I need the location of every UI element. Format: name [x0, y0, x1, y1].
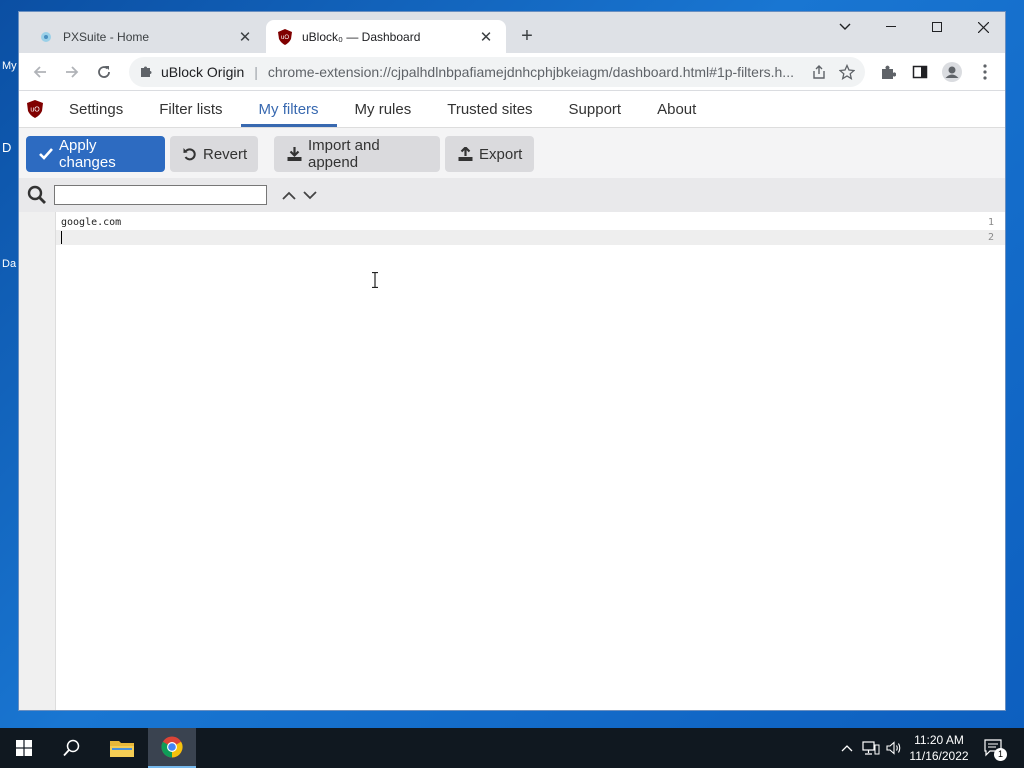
tab-ublock-dashboard[interactable]: uO uBlock₀ — Dashboard ✕ — [266, 20, 506, 53]
notification-center-icon[interactable]: 1 — [982, 728, 1007, 768]
desktop-icon-label: My — [2, 60, 17, 72]
address-bar[interactable]: uBlock Origin | chrome-extension://cjpal… — [129, 57, 865, 87]
taskbar-search-icon[interactable] — [48, 728, 96, 768]
close-tab-icon[interactable]: ✕ — [478, 29, 494, 46]
tab-pxsuite-home[interactable]: PXSuite - Home ✕ — [27, 20, 265, 53]
undo-icon — [183, 147, 197, 161]
extensions-icon[interactable] — [878, 62, 898, 82]
dashboard-page: uO Settings Filter lists My filters My r… — [19, 91, 1005, 710]
text-caret — [61, 231, 62, 244]
network-icon[interactable] — [860, 728, 882, 768]
bookmark-star-icon[interactable] — [838, 63, 856, 83]
tab-about[interactable]: About — [639, 91, 714, 127]
volume-icon[interactable] — [884, 728, 904, 768]
dashboard-nav: uO Settings Filter lists My filters My r… — [19, 91, 1005, 128]
active-line-highlight — [56, 230, 1005, 245]
url-separator: | — [254, 64, 258, 80]
back-arrow-icon[interactable] — [29, 61, 51, 83]
url-text: chrome-extension://cjpalhdlnbpafiamejdnh… — [267, 64, 794, 80]
taskbar-clock[interactable]: 11:20 AM 11/16/2022 — [902, 732, 976, 764]
search-input[interactable] — [54, 185, 267, 205]
import-append-label: Import and append — [308, 137, 380, 171]
pxsuite-favicon-icon — [39, 30, 53, 44]
svg-text:uO: uO — [30, 107, 40, 114]
chrome-taskbar-icon[interactable] — [148, 728, 196, 768]
search-previous-chevron-up-icon[interactable] — [281, 187, 297, 203]
tab-strip: PXSuite - Home ✕ uO uBlock₀ — Dashboard … — [19, 12, 1005, 53]
upload-icon — [458, 147, 473, 161]
filter-line[interactable]: google.com — [61, 217, 121, 228]
download-icon — [287, 147, 302, 161]
url-origin: uBlock Origin — [161, 64, 245, 80]
line-number-gutter — [19, 212, 56, 710]
new-tab-button[interactable]: + — [517, 25, 537, 47]
browser-window: PXSuite - Home ✕ uO uBlock₀ — Dashboard … — [18, 11, 1006, 711]
search-next-chevron-down-icon[interactable] — [302, 187, 318, 203]
kebab-menu-icon[interactable] — [975, 62, 995, 82]
close-window-button[interactable] — [960, 12, 1005, 42]
export-button[interactable]: Export — [445, 136, 534, 172]
clock-date: 11/16/2022 — [909, 749, 969, 763]
revert-button[interactable]: Revert — [170, 136, 258, 172]
ublock-favicon-icon: uO — [278, 28, 292, 45]
desktop-icon-label: Da — [2, 258, 17, 270]
tab-title: PXSuite - Home — [63, 29, 150, 44]
checkmark-icon — [39, 148, 53, 160]
revert-label: Revert — [203, 145, 248, 163]
tab-title: uBlock₀ — Dashboard — [302, 29, 421, 44]
tab-trusted-sites[interactable]: Trusted sites — [429, 91, 550, 127]
browser-toolbar: uBlock Origin | chrome-extension://cjpal… — [19, 53, 1005, 91]
taskbar: 11:20 AM 11/16/2022 1 — [0, 728, 1024, 768]
search-icon — [27, 185, 47, 210]
tab-settings[interactable]: Settings — [51, 91, 141, 127]
extension-puzzle-icon — [139, 64, 153, 81]
tab-my-rules[interactable]: My rules — [337, 91, 430, 127]
file-explorer-icon[interactable] — [98, 728, 146, 768]
tab-search-icon[interactable] — [822, 12, 868, 42]
line-number: 1 — [987, 217, 994, 228]
action-bar: Apply changes Revert Import and append E… — [19, 128, 1005, 178]
import-append-button[interactable]: Import and append — [274, 136, 440, 172]
apply-changes-label: Apply changes — [59, 137, 116, 171]
side-panel-icon[interactable] — [910, 62, 930, 82]
ublock-logo-icon: uO — [19, 91, 51, 127]
filter-editor[interactable]: 1 google.com 2 — [19, 212, 1005, 710]
line-number: 2 — [987, 232, 994, 243]
maximize-button[interactable] — [914, 12, 960, 42]
close-tab-icon[interactable]: ✕ — [237, 29, 253, 46]
minimize-button[interactable] — [868, 12, 914, 42]
desktop-icon-label: D — [2, 140, 12, 155]
reload-icon[interactable] — [93, 61, 115, 83]
notification-count-badge: 1 — [994, 748, 1007, 761]
svg-text:uO: uO — [281, 35, 289, 41]
editor-search-bar — [19, 178, 1005, 212]
tab-filter-lists[interactable]: Filter lists — [141, 91, 240, 127]
tab-my-filters[interactable]: My filters — [240, 91, 337, 127]
text-cursor-icon — [371, 271, 379, 293]
tab-support[interactable]: Support — [551, 91, 640, 127]
share-icon[interactable] — [811, 64, 827, 83]
profile-avatar-icon[interactable] — [942, 62, 962, 82]
export-label: Export — [479, 145, 523, 163]
windows-start-icon[interactable] — [0, 728, 48, 768]
forward-arrow-icon[interactable] — [61, 61, 83, 83]
clock-time: 11:20 AM — [914, 733, 964, 747]
apply-changes-button[interactable]: Apply changes — [26, 136, 165, 172]
show-hidden-icons-chevron-icon[interactable] — [838, 728, 856, 768]
